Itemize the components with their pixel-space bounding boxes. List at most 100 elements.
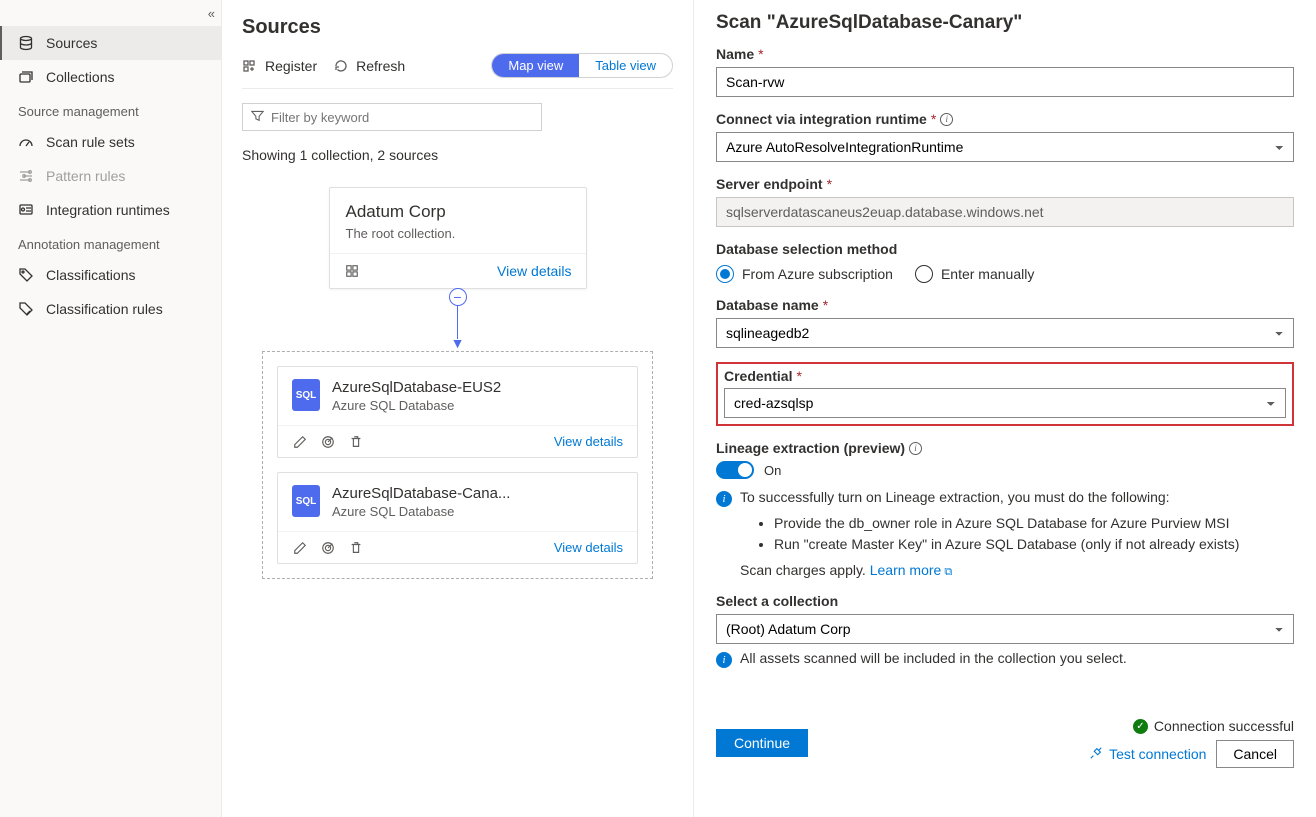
source-card: SQL AzureSqlDatabase-Cana... Azure SQL D… xyxy=(277,472,638,564)
register-button[interactable]: Register xyxy=(242,58,317,74)
sliders-icon xyxy=(18,168,34,184)
edit-icon[interactable] xyxy=(292,541,308,555)
sidebar-item-classification-rules[interactable]: Classification rules xyxy=(0,292,221,326)
db-name-label: Database name * xyxy=(716,297,1294,313)
view-details-link[interactable]: View details xyxy=(497,263,571,279)
source-title: AzureSqlDatabase-EUS2 xyxy=(332,379,623,396)
scan-icon[interactable] xyxy=(320,541,336,555)
filter-input[interactable] xyxy=(271,110,533,125)
delete-icon[interactable] xyxy=(348,541,364,555)
delete-icon[interactable] xyxy=(348,435,364,449)
collection-select[interactable]: (Root) Adatum Corp xyxy=(716,614,1294,644)
view-toggle: Map view Table view xyxy=(491,53,673,78)
credential-label: Credential * xyxy=(724,368,1286,384)
radio-from-azure[interactable]: From Azure subscription xyxy=(716,265,893,283)
rules-icon xyxy=(18,301,34,317)
db-name-select[interactable]: sqlineagedb2 xyxy=(716,318,1294,348)
nav-label: Pattern rules xyxy=(46,168,125,184)
collection-info: All assets scanned will be included in t… xyxy=(740,650,1127,666)
credential-select[interactable]: cred-azsqlsp xyxy=(724,388,1286,418)
sql-icon: SQL xyxy=(292,379,320,411)
source-type: Azure SQL Database xyxy=(332,398,623,413)
view-details-link[interactable]: View details xyxy=(554,434,623,449)
credential-highlight: Credential * cred-azsqlsp xyxy=(716,362,1294,426)
lineage-toggle[interactable] xyxy=(716,461,754,479)
refresh-button[interactable]: Refresh xyxy=(333,58,405,74)
sidebar-item-integration-runtimes[interactable]: Integration runtimes xyxy=(0,193,221,227)
sidebar-item-classifications[interactable]: Classifications xyxy=(0,258,221,292)
source-card: SQL AzureSqlDatabase-EUS2 Azure SQL Data… xyxy=(277,366,638,458)
view-details-link[interactable]: View details xyxy=(554,540,623,555)
root-title: Adatum Corp xyxy=(346,202,570,222)
sidebar-item-scan-rule-sets[interactable]: Scan rule sets xyxy=(0,125,221,159)
source-title: AzureSqlDatabase-Cana... xyxy=(332,485,623,502)
source-type: Azure SQL Database xyxy=(332,504,623,519)
info-icon[interactable]: i xyxy=(909,442,922,455)
table-view-tab[interactable]: Table view xyxy=(579,54,672,77)
name-input[interactable] xyxy=(716,67,1294,97)
runtime-select[interactable]: Azure AutoResolveIntegrationRuntime xyxy=(716,132,1294,162)
charges-text: Scan charges apply. Learn more⧉ xyxy=(740,562,1294,579)
sql-icon: SQL xyxy=(292,485,320,517)
sidebar-item-pattern-rules[interactable]: Pattern rules xyxy=(0,159,221,193)
learn-more-link[interactable]: Learn more⧉ xyxy=(870,562,952,578)
db-method-label: Database selection method xyxy=(716,241,1294,257)
root-subtitle: The root collection. xyxy=(346,226,570,241)
runtime-label: Connect via integration runtime * i xyxy=(716,111,1294,127)
panel-title: Scan "AzureSqlDatabase-Canary" xyxy=(716,12,1294,34)
collection-label: Select a collection xyxy=(716,593,1294,609)
root-collection-card: Adatum Corp The root collection. View de… xyxy=(329,187,587,289)
page-title: Sources xyxy=(242,16,673,39)
info-icon[interactable]: i xyxy=(940,113,953,126)
lineage-label: Lineage extraction (preview) i xyxy=(716,440,1294,456)
endpoint-input xyxy=(716,197,1294,227)
endpoint-label: Server endpoint * xyxy=(716,176,1294,192)
radio-manual[interactable]: Enter manually xyxy=(915,265,1034,283)
refresh-icon xyxy=(333,58,349,74)
collapse-sidebar-icon[interactable]: « xyxy=(208,6,215,21)
nav-label: Scan rule sets xyxy=(46,134,135,150)
panel-footer: Continue ✓ Connection successful Test co… xyxy=(716,718,1294,768)
register-icon xyxy=(242,58,258,74)
continue-button[interactable]: Continue xyxy=(716,729,808,757)
nav-label: Classification rules xyxy=(46,301,163,317)
info-icon: i xyxy=(716,652,732,668)
test-connection-link[interactable]: Test connection xyxy=(1089,746,1206,763)
sidebar-item-collections[interactable]: Collections xyxy=(0,60,221,94)
sidebar: « Sources Collections Source management … xyxy=(0,0,222,817)
runtime-icon xyxy=(18,202,34,218)
collections-icon xyxy=(18,69,34,85)
plug-icon xyxy=(1089,746,1103,763)
collapse-node-icon[interactable]: − xyxy=(449,288,467,306)
sidebar-item-sources[interactable]: Sources xyxy=(0,26,221,60)
bullet: Provide the db_owner role in Azure SQL D… xyxy=(774,515,1294,531)
edit-icon[interactable] xyxy=(292,435,308,449)
section-annotation-management: Annotation management xyxy=(0,227,221,258)
nav-label: Sources xyxy=(46,35,97,51)
database-icon xyxy=(18,35,34,51)
results-text: Showing 1 collection, 2 sources xyxy=(242,147,673,163)
connection-status: ✓ Connection successful xyxy=(1133,718,1294,734)
section-source-management: Source management xyxy=(0,94,221,125)
nav-label: Collections xyxy=(46,69,114,85)
filter-box[interactable] xyxy=(242,103,542,131)
scan-panel: Scan "AzureSqlDatabase-Canary" Name * Co… xyxy=(694,0,1316,817)
map-canvas: Adatum Corp The root collection. View de… xyxy=(242,187,673,801)
scan-icon[interactable] xyxy=(320,435,336,449)
name-label: Name * xyxy=(716,46,1294,62)
map-view-tab[interactable]: Map view xyxy=(492,54,579,77)
nav-label: Integration runtimes xyxy=(46,202,170,218)
bullet: Run "create Master Key" in Azure SQL Dat… xyxy=(774,536,1294,552)
check-icon: ✓ xyxy=(1133,719,1148,734)
lineage-bullets: Provide the db_owner role in Azure SQL D… xyxy=(774,515,1294,552)
cancel-button[interactable]: Cancel xyxy=(1216,740,1294,768)
tags-icon xyxy=(18,267,34,283)
btn-label: Register xyxy=(265,58,317,74)
radio-label: From Azure subscription xyxy=(742,266,893,282)
tree-connector: − ▼ xyxy=(262,289,653,351)
toggle-state: On xyxy=(764,463,781,478)
lineage-info-text: To successfully turn on Lineage extracti… xyxy=(740,489,1170,505)
external-link-icon: ⧉ xyxy=(944,566,952,578)
grid-icon[interactable] xyxy=(344,264,360,278)
main-content: Sources Register Refresh Map view Table … xyxy=(222,0,1316,817)
